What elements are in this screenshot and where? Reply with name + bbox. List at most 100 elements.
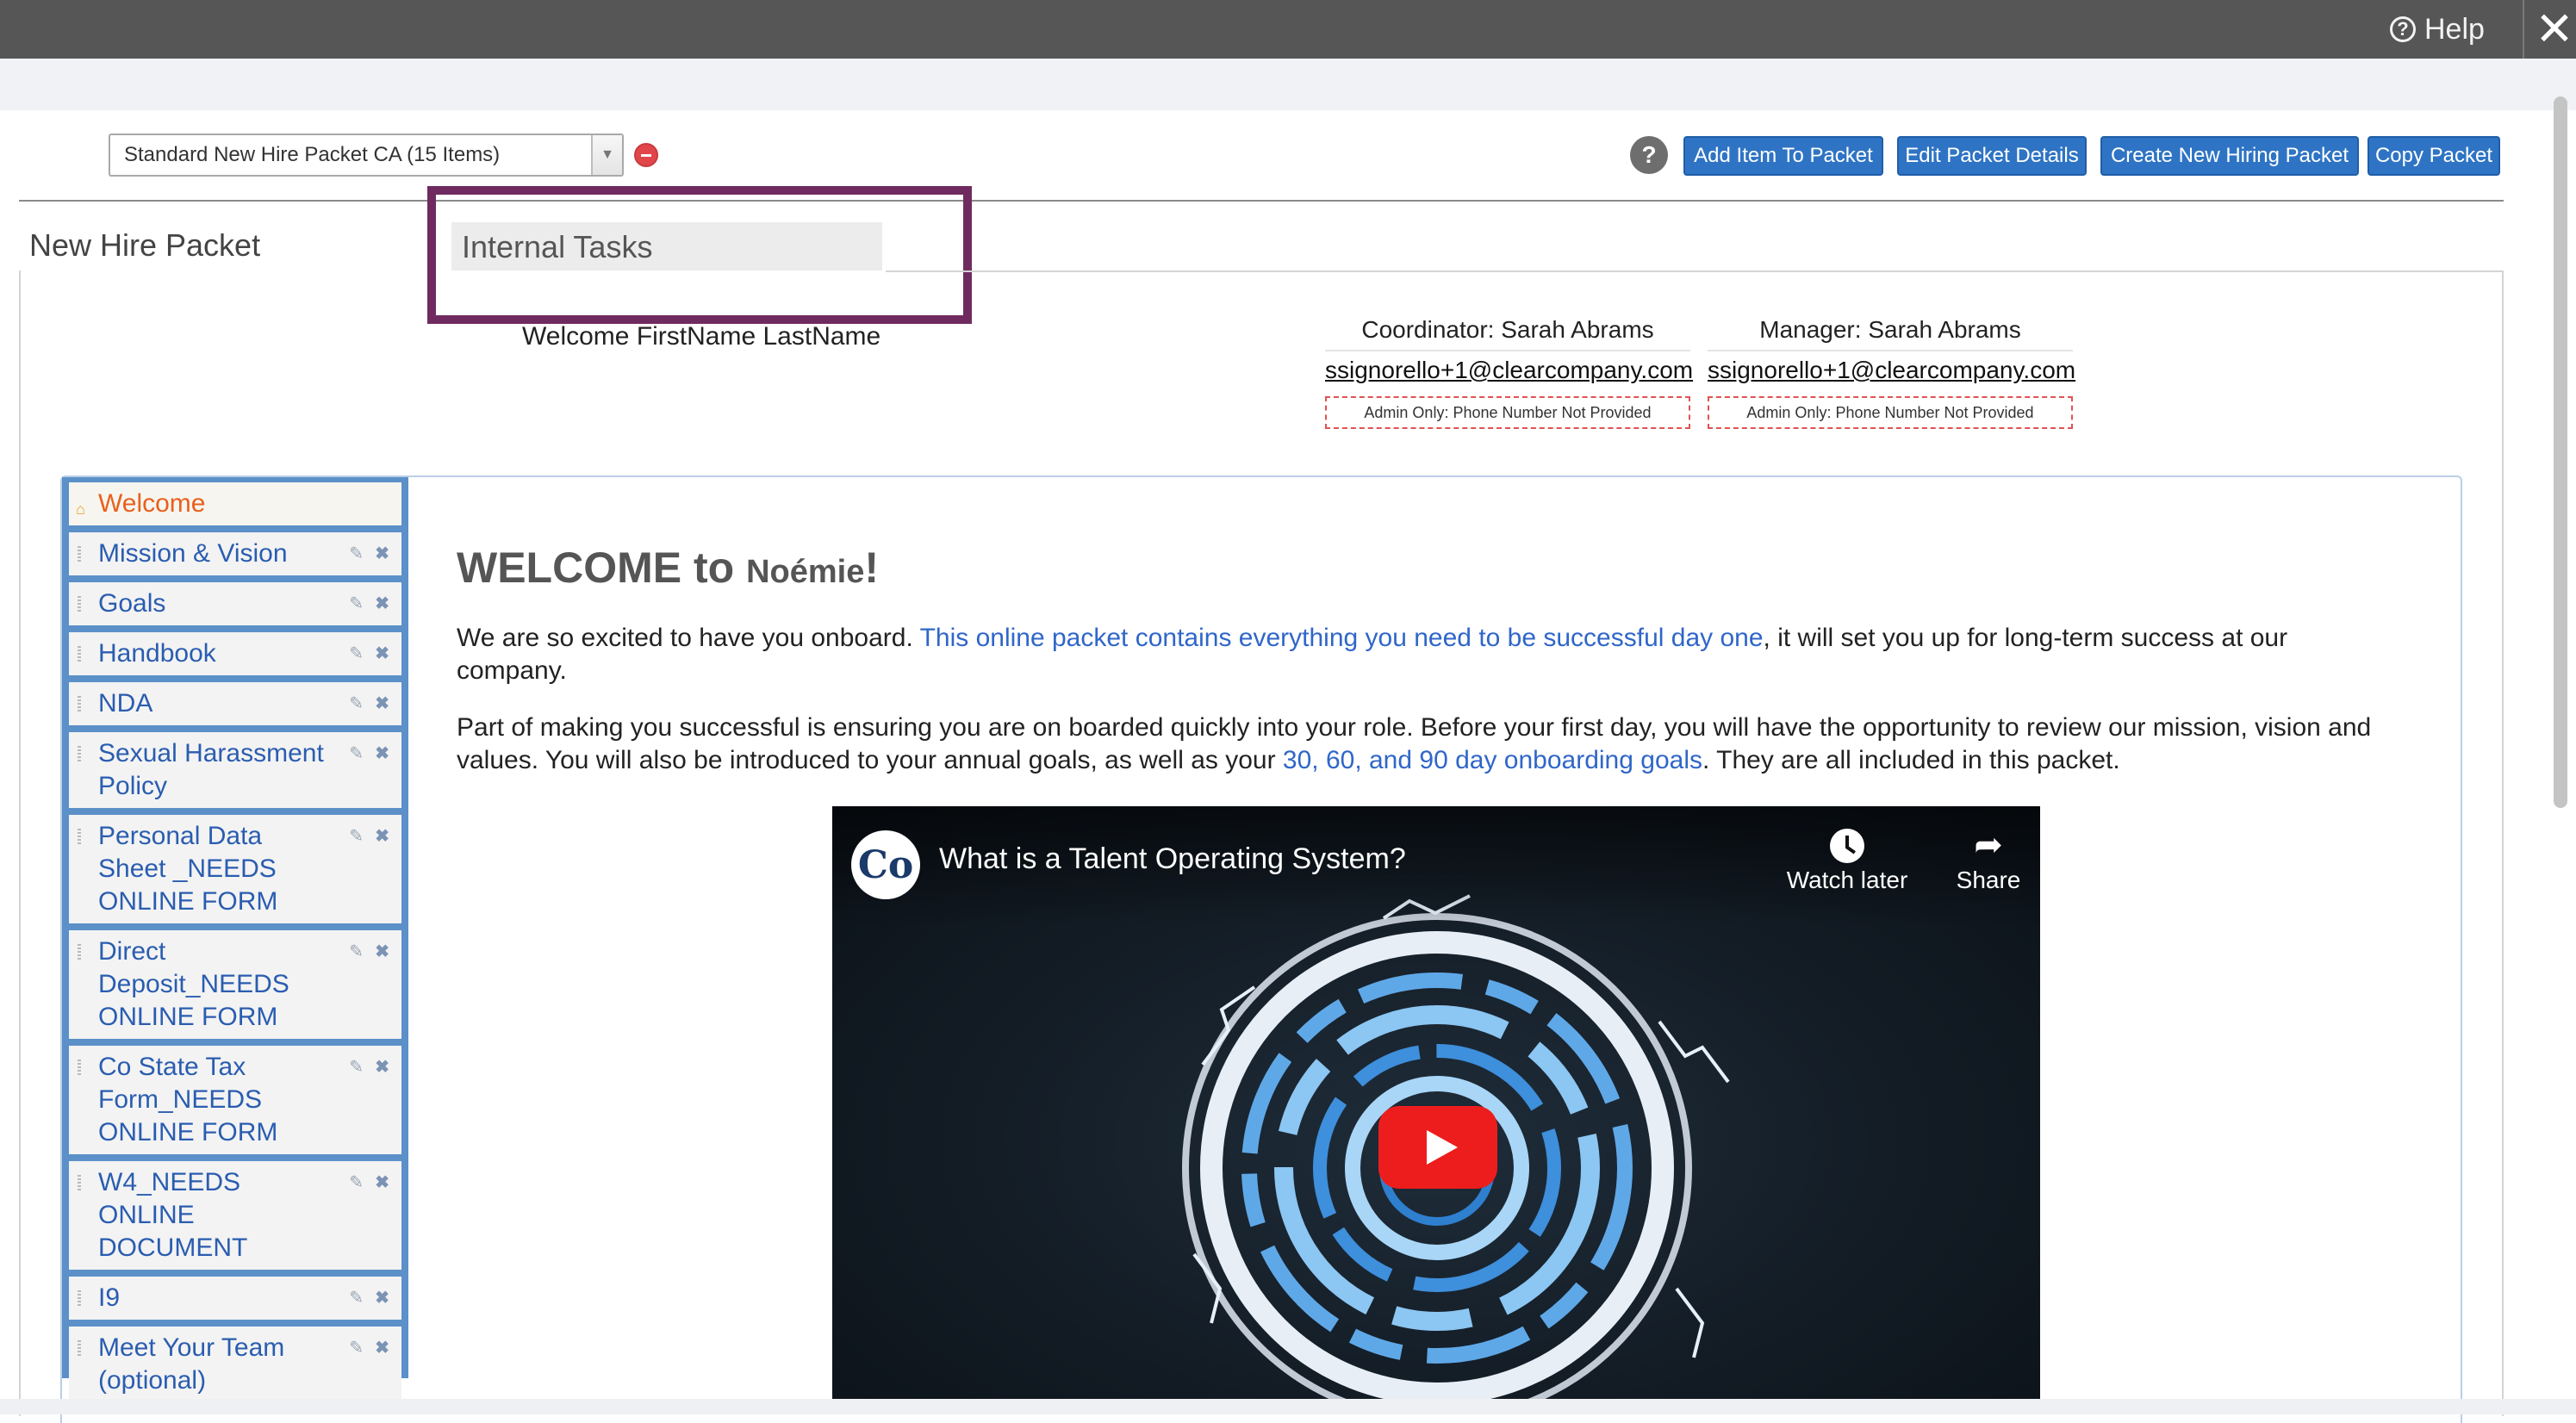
pencil-icon[interactable]: ✎ — [349, 1051, 364, 1084]
tab-new-hire-packet[interactable]: New Hire Packet — [29, 227, 260, 264]
pencil-icon[interactable]: ✎ — [349, 587, 364, 620]
manager-email-link[interactable]: ssignorello+1@clearcompany.com — [1708, 351, 2075, 389]
sidebar-item-welcome[interactable]: ⌂ Welcome — [69, 482, 401, 525]
sidebar-item-co-state-tax-form[interactable]: Co State Tax Form_NEEDS ONLINE FORM ✎ ✖ — [69, 1046, 401, 1154]
add-item-to-packet-button[interactable]: Add Item To Packet — [1683, 136, 1883, 176]
sidebar-item-personal-data-sheet[interactable]: Personal Data Sheet _NEEDS ONLINE FORM ✎… — [69, 815, 401, 923]
sidebar-item-label: Welcome — [98, 489, 206, 518]
close-icon[interactable]: ✖ — [375, 1051, 389, 1084]
share-label: Share — [1956, 867, 2021, 893]
coordinator-role: Coordinator: Sarah Abrams — [1361, 316, 1654, 343]
close-icon[interactable]: ✖ — [375, 637, 389, 670]
home-icon: ⌂ — [76, 500, 85, 518]
drag-handle-icon[interactable] — [78, 1290, 81, 1306]
packet-select-value: Standard New Hire Packet CA (15 Items) — [124, 143, 501, 166]
sidebar-item-mission-vision[interactable]: Mission & Vision ✎ ✖ — [69, 532, 401, 575]
drag-handle-icon[interactable] — [78, 829, 81, 844]
pencil-icon[interactable]: ✎ — [349, 637, 364, 670]
highlighted-text: 30, 60, and 90 day onboarding goals — [1282, 746, 1702, 774]
sidebar-item-label: Meet Your Team (optional) — [98, 1333, 285, 1395]
coordinator-phone: Admin Only: Phone Number Not Provided — [1325, 396, 1690, 429]
headline-name: Noémie — [746, 554, 865, 590]
pencil-icon[interactable]: ✎ — [349, 935, 364, 968]
close-icon[interactable]: ✖ — [375, 1332, 389, 1364]
chevron-down-icon[interactable]: ▼ — [591, 135, 622, 175]
sidebar-item-direct-deposit[interactable]: Direct Deposit_NEEDS ONLINE FORM ✎ ✖ — [69, 930, 401, 1039]
pencil-icon[interactable]: ✎ — [349, 820, 364, 853]
pencil-icon[interactable]: ✎ — [349, 1166, 364, 1199]
packet-help-icon[interactable]: ? — [1630, 136, 1668, 174]
paragraph-text: We are so excited to have you onboard. — [457, 624, 920, 652]
question-circle-icon: ? — [2390, 16, 2416, 42]
pencil-icon[interactable]: ✎ — [349, 538, 364, 570]
top-divider — [2523, 0, 2524, 59]
intro-paragraph: We are so excited to have you onboard. T… — [457, 622, 2404, 687]
sidebar-item-nda[interactable]: NDA ✎ ✖ — [69, 682, 401, 725]
sidebar-item-label: Co State Tax Form_NEEDS ONLINE FORM — [98, 1053, 278, 1146]
close-icon[interactable]: ✖ — [375, 935, 389, 968]
sidebar-item-label: W4_NEEDS ONLINE DOCUMENT — [98, 1168, 248, 1262]
sidebar-item-label: Sexual Harassment Policy — [98, 739, 324, 800]
close-button[interactable]: ✕ — [2533, 3, 2576, 55]
create-new-hiring-packet-button[interactable]: Create New Hiring Packet — [2100, 136, 2359, 176]
watch-later-button[interactable]: Watch later — [1778, 823, 1916, 894]
manager-phone: Admin Only: Phone Number Not Provided — [1708, 396, 2073, 429]
video-title[interactable]: What is a Talent Operating System? — [939, 842, 1406, 876]
details-paragraph: Part of making you successful is ensurin… — [457, 712, 2404, 777]
watch-later-label: Watch later — [1786, 867, 1908, 893]
help-link[interactable]: ? Help — [2390, 5, 2485, 53]
coordinator-email-link[interactable]: ssignorello+1@clearcompany.com — [1325, 351, 1693, 389]
drag-handle-icon[interactable] — [78, 646, 81, 662]
toolbar-divider — [19, 200, 2504, 202]
close-icon[interactable]: ✖ — [375, 1166, 389, 1199]
pencil-icon[interactable]: ✎ — [349, 1282, 364, 1314]
sidebar-item-label: Goals — [98, 589, 166, 618]
close-icon[interactable]: ✖ — [375, 737, 389, 770]
drag-handle-icon[interactable] — [78, 546, 81, 562]
pencil-icon[interactable]: ✎ — [349, 1332, 364, 1364]
close-icon[interactable]: ✖ — [375, 538, 389, 570]
pencil-icon[interactable]: ✎ — [349, 737, 364, 770]
remove-packet-icon[interactable] — [634, 143, 658, 167]
sub-bar — [0, 59, 2576, 110]
help-label: Help — [2424, 12, 2485, 46]
pencil-icon[interactable]: ✎ — [349, 687, 364, 720]
drag-handle-icon[interactable] — [78, 596, 81, 612]
close-icon[interactable]: ✖ — [375, 820, 389, 853]
sidebar-item-goals[interactable]: Goals ✎ ✖ — [69, 582, 401, 625]
sidebar-item-label: Direct Deposit_NEEDS ONLINE FORM — [98, 937, 289, 1031]
drag-handle-icon[interactable] — [78, 696, 81, 712]
scrollbar-thumb[interactable] — [2554, 96, 2567, 808]
headline-suffix: ! — [864, 544, 879, 592]
drag-handle-icon[interactable] — [78, 944, 81, 960]
play-button[interactable] — [1378, 1106, 1497, 1189]
drag-handle-icon[interactable] — [78, 1340, 81, 1356]
sidebar-item-label: NDA — [98, 689, 153, 718]
drag-handle-icon[interactable] — [78, 1059, 81, 1075]
drag-handle-icon[interactable] — [78, 746, 81, 761]
close-icon[interactable]: ✖ — [375, 687, 389, 720]
drag-handle-icon[interactable] — [78, 1175, 81, 1190]
edit-packet-details-button[interactable]: Edit Packet Details — [1897, 136, 2087, 176]
share-icon: ➦ — [1974, 826, 2003, 864]
channel-avatar[interactable]: Co — [851, 830, 920, 899]
video-player[interactable]: Co What is a Talent Operating System? Wa… — [832, 806, 2040, 1414]
welcome-headline: WELCOME to Noémie! — [457, 543, 2404, 593]
close-icon[interactable]: ✖ — [375, 587, 389, 620]
sidebar-item-meet-your-team[interactable]: Meet Your Team (optional) ✎ ✖ — [69, 1327, 401, 1402]
headline-prefix: WELCOME to — [457, 544, 747, 592]
sidebar-item-handbook[interactable]: Handbook ✎ ✖ — [69, 632, 401, 675]
copy-packet-button[interactable]: Copy Packet — [2368, 136, 2500, 176]
close-icon[interactable]: ✖ — [375, 1282, 389, 1314]
content-frame-top — [886, 270, 2504, 272]
highlighted-text: This online packet contains everything y… — [919, 624, 1764, 652]
paragraph-text: . They are all included in this packet. — [1702, 746, 2120, 774]
packet-select[interactable]: Standard New Hire Packet CA (15 Items) ▼ — [109, 134, 624, 177]
sidebar-item-w4[interactable]: W4_NEEDS ONLINE DOCUMENT ✎ ✖ — [69, 1161, 401, 1270]
share-button[interactable]: ➦ Share — [1920, 823, 2040, 894]
clock-icon — [1830, 829, 1864, 863]
welcome-content: WELCOME to Noémie! We are so excited to … — [457, 543, 2404, 801]
sidebar-item-i9[interactable]: I9 ✎ ✖ — [69, 1277, 401, 1320]
top-bar: ? Help ✕ — [0, 0, 2576, 59]
sidebar-item-sexual-harassment-policy[interactable]: Sexual Harassment Policy ✎ ✖ — [69, 732, 401, 808]
